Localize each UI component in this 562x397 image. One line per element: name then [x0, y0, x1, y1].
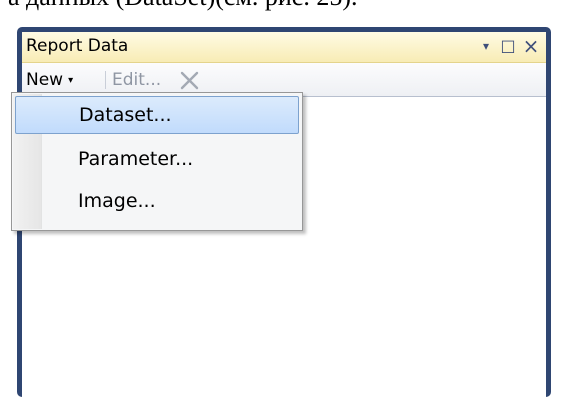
- delete-icon[interactable]: [178, 69, 202, 93]
- panel-titlebar: Report Data ▾ □ ×: [22, 32, 546, 63]
- edit-button[interactable]: Edit...: [112, 67, 161, 93]
- document-text: а данных (DataSet)(см. рис. 25).: [0, 0, 562, 12]
- new-dropdown-button[interactable]: New ▾: [26, 67, 73, 93]
- panel-title: Report Data: [26, 36, 129, 56]
- close-icon[interactable]: ×: [521, 35, 541, 57]
- menu-item-parameter[interactable]: Parameter...: [15, 140, 299, 178]
- toolbar-separator: [105, 71, 106, 89]
- new-button-label: New: [26, 70, 64, 90]
- maximize-icon[interactable]: □: [498, 35, 518, 57]
- window-position-dropdown-icon[interactable]: ▾: [476, 35, 496, 57]
- new-dropdown-menu: Dataset... Parameter... Image...: [11, 92, 303, 231]
- chevron-down-icon: ▾: [68, 75, 74, 86]
- menu-item-dataset[interactable]: Dataset...: [15, 96, 299, 134]
- menu-item-image[interactable]: Image...: [15, 182, 299, 220]
